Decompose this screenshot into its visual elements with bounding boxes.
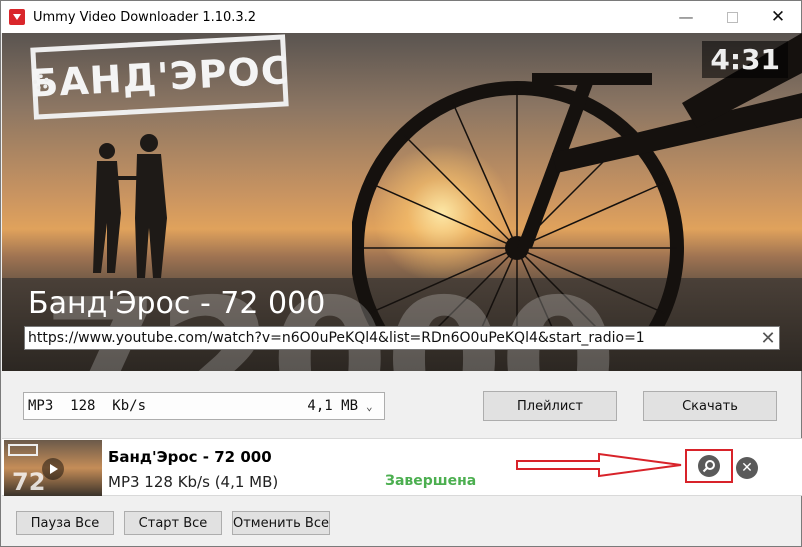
format-dropdown[interactable]: MP3 128 Kb/s 4,1 MB ⌄ <box>23 392 385 420</box>
url-input[interactable] <box>25 327 757 349</box>
item-title: Банд'Эрос - 72 000 <box>108 448 272 466</box>
pause-all-button[interactable]: Пауза Все <box>16 511 114 535</box>
search-icon <box>702 460 715 473</box>
thumbnail-text: 72 000 <box>12 468 46 496</box>
band-logo: БАНД'ЭРОС <box>28 34 291 120</box>
format-size: 4,1 MB <box>307 398 358 414</box>
close-icon[interactable]: ✕ <box>757 328 779 349</box>
window-title: Ummy Video Downloader 1.10.3.2 <box>33 9 257 25</box>
remove-icon[interactable]: ✕ <box>736 457 758 479</box>
video-title: Банд'Эрос - 72 000 <box>28 286 326 321</box>
start-all-button[interactable]: Старт Все <box>124 511 222 535</box>
format-label: MP3 128 Kb/s <box>28 398 147 414</box>
annotation-arrow <box>516 452 682 478</box>
maximize-icon <box>726 11 738 23</box>
minimize-button[interactable]: — <box>663 1 709 33</box>
maximize-button[interactable] <box>709 1 755 33</box>
close-window-button[interactable]: ✕ <box>755 1 801 33</box>
video-thumbnail[interactable]: 72 000 <box>4 440 102 496</box>
chevron-down-icon: ⌄ <box>366 399 373 413</box>
url-field: ✕ <box>24 326 780 350</box>
cancel-all-button[interactable]: Отменить Все <box>232 511 330 535</box>
band-logo-text: БАНД'ЭРОС <box>28 48 291 106</box>
app-window: Ummy Video Downloader 1.10.3.2 — ✕ 72000… <box>0 0 802 547</box>
download-icon <box>9 9 25 25</box>
open-folder-button[interactable] <box>698 455 720 477</box>
item-format-info: MP3 128 Kb/s (4,1 MB) <box>108 473 279 491</box>
video-preview: 72000 БАНД'ЭРОС 4:31 Банд'Эрос - 72 000 … <box>2 33 802 371</box>
annotation-highlight <box>685 449 733 483</box>
download-button[interactable]: Скачать <box>643 391 777 421</box>
status-label: Завершена <box>385 473 477 489</box>
title-bar: Ummy Video Downloader 1.10.3.2 — ✕ <box>1 1 801 33</box>
window-controls: — ✕ <box>663 1 801 33</box>
playlist-button[interactable]: Плейлист <box>483 391 617 421</box>
video-duration: 4:31 <box>702 41 788 78</box>
thumbnail-logo <box>8 444 38 456</box>
couple-silhouette <box>93 134 167 278</box>
